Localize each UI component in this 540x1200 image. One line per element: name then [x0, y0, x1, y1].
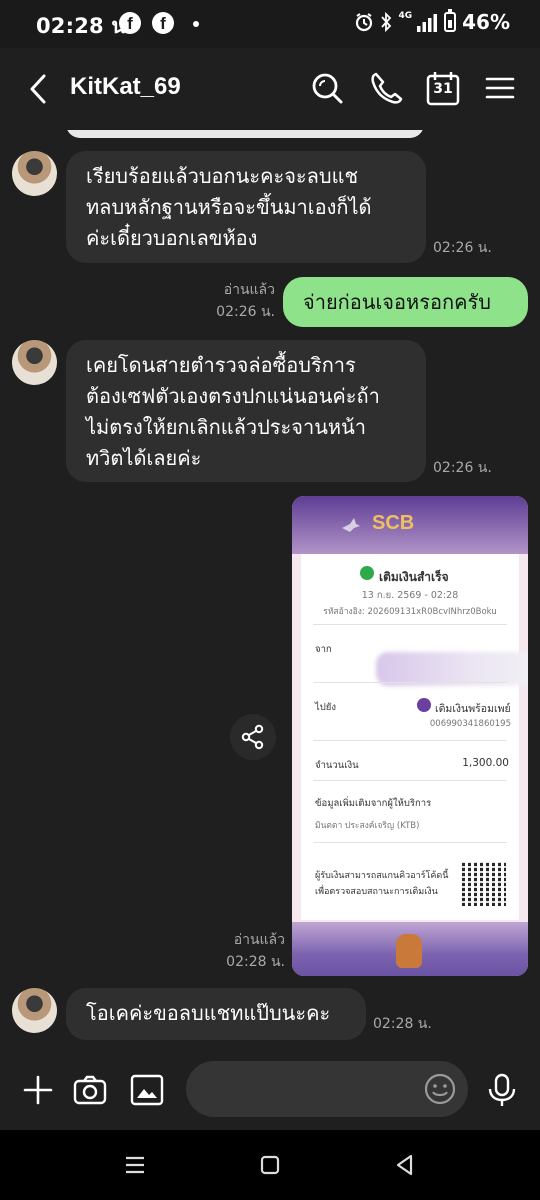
battery-icon	[444, 9, 457, 32]
read-receipt: อ่านแล้ว	[223, 282, 275, 298]
status-indicators: 4G 46%	[354, 9, 510, 34]
message-text: โอเคค่ะขอลบแชทแป๊บนะคะ	[86, 1001, 331, 1025]
message-text: ต้องเซฟตัวเองตรงปกแน่นอนค่ะถ้า	[86, 384, 380, 408]
notification-dot-icon	[193, 21, 199, 27]
divider	[313, 624, 507, 625]
message-time: 02:28 น.	[226, 954, 285, 970]
system-nav-bar	[0, 1130, 540, 1200]
share-icon	[241, 724, 264, 750]
slip-amount-label: จำนวนเงิน	[315, 760, 359, 771]
slip-footer-art	[292, 922, 528, 976]
message-bubble-outgoing[interactable]: จ่ายก่อนเจอหรอกครับ	[283, 277, 528, 327]
back-icon[interactable]	[392, 1152, 418, 1178]
message-bubble-incoming[interactable]: โอเคค่ะขอลบแชทแป๊บนะคะ	[66, 988, 366, 1040]
message-bubble-incoming[interactable]: เคยโดนสายตำรวจล่อซื้อบริการ ต้องเซฟตัวเอ…	[66, 340, 426, 482]
home-icon[interactable]	[257, 1152, 283, 1178]
slip-to-name: เติมเงินพร้อมเพย์	[435, 703, 511, 715]
redacted-sender	[376, 652, 528, 686]
message-text: จ่ายก่อนเจอหรอกครับ	[303, 290, 491, 314]
slip-from-label: จาก	[315, 644, 332, 655]
plus-icon[interactable]	[20, 1072, 56, 1108]
message-text: ค่ะเดี๋ยวบอกเลขห้อง	[86, 226, 258, 250]
chat-header: KitKat_69 31	[0, 48, 540, 130]
recents-icon[interactable]	[122, 1152, 148, 1178]
search-icon[interactable]	[307, 68, 347, 108]
message-input-bar	[0, 1050, 540, 1130]
slip-extra-value: มินตตา ประสงค์เจริญ (KTB)	[315, 821, 420, 831]
slip-qr-note: ผู้รับเงินสามารถสแกนคิวอาร์โค้ดนี้	[315, 871, 449, 881]
status-bar: 02:28 น. f f 4G 46%	[0, 0, 540, 48]
avatar[interactable]	[12, 340, 57, 385]
message-bubble-incoming[interactable]: เรียบร้อยแล้วบอกนะคะจะลบแช ทลบหลักฐานหรื…	[66, 151, 426, 263]
slip-header: SCB	[292, 496, 528, 554]
qr-code	[462, 862, 506, 906]
promptpay-icon	[417, 698, 431, 712]
message-list[interactable]: เรียบร้อยแล้วบอกนะคะจะลบแช ทลบหลักฐานหรื…	[0, 130, 540, 1050]
share-button[interactable]	[230, 714, 276, 760]
signal-icon	[417, 14, 438, 32]
message-time: 02:28 น.	[373, 1016, 432, 1032]
read-receipt: อ่านแล้ว	[233, 932, 285, 948]
slip-to-account: 006990341860195	[429, 719, 511, 729]
facebook-icon: f	[119, 12, 141, 34]
network-type: 4G	[398, 11, 413, 21]
camera-icon[interactable]	[72, 1072, 108, 1108]
divider	[313, 780, 507, 781]
phone-icon[interactable]	[366, 68, 406, 108]
slip-reference: รหัสอ้างอิง: 202609131xR0BcvINhrz0Boku	[323, 607, 497, 617]
facebook-icon: f	[152, 12, 174, 34]
scb-logo: SCB	[372, 512, 415, 534]
battery-percent: 46%	[462, 10, 510, 34]
message-text: ไม่ตรงให้ยกเลิกแล้วประจานหน้า	[86, 415, 366, 439]
microphone-icon[interactable]	[484, 1072, 520, 1108]
message-time: 02:26 น.	[216, 304, 275, 320]
message-text: ทวิตได้เลยค่ะ	[86, 446, 202, 470]
message-text: ทลบหลักฐานหรือจะขึ้นมาเองก็ได้	[86, 195, 372, 219]
bird-icon	[342, 518, 360, 532]
previous-message-edge	[66, 130, 424, 138]
divider	[313, 740, 507, 741]
slip-qr-note: เพื่อตรวจสอบสถานะการเติมเงิน	[315, 887, 438, 897]
avatar[interactable]	[12, 151, 57, 196]
bluetooth-icon	[381, 12, 392, 32]
check-icon	[360, 566, 374, 580]
chevron-left-icon[interactable]	[22, 70, 58, 108]
message-text: เคยโดนสายตำรวจล่อซื้อบริการ	[86, 353, 356, 377]
slip-extra-label: ข้อมูลเพิ่มเติมจากผู้ให้บริการ	[315, 798, 432, 809]
payment-slip-image[interactable]: SCB เติมเงินสำเร็จ 13 ก.ย. 2569 - 02:28 …	[292, 496, 528, 976]
calendar-icon[interactable]: 31	[423, 68, 463, 108]
alarm-icon	[356, 13, 373, 32]
slip-status: เติมเงินสำเร็จ	[379, 570, 449, 584]
slip-card: เติมเงินสำเร็จ 13 ก.ย. 2569 - 02:28 รหัส…	[301, 554, 528, 920]
avatar[interactable]	[12, 988, 57, 1033]
slip-to-label: ไปยัง	[315, 702, 337, 713]
slip-amount: 1,300.00	[462, 757, 509, 769]
slip-date: 13 ก.ย. 2569 - 02:28	[361, 590, 459, 601]
image-icon[interactable]	[129, 1072, 165, 1108]
calendar-day: 31	[433, 81, 453, 97]
message-time: 02:26 น.	[433, 240, 492, 256]
dog-illustration	[396, 934, 422, 968]
menu-icon[interactable]	[480, 68, 520, 108]
divider	[313, 842, 507, 843]
emoji-icon[interactable]	[422, 1071, 458, 1107]
chat-title[interactable]: KitKat_69	[70, 73, 181, 101]
divider	[313, 682, 507, 683]
message-input[interactable]	[186, 1061, 468, 1117]
message-time: 02:26 น.	[433, 460, 492, 476]
message-text: เรียบร้อยแล้วบอกนะคะจะลบแช	[86, 164, 359, 188]
